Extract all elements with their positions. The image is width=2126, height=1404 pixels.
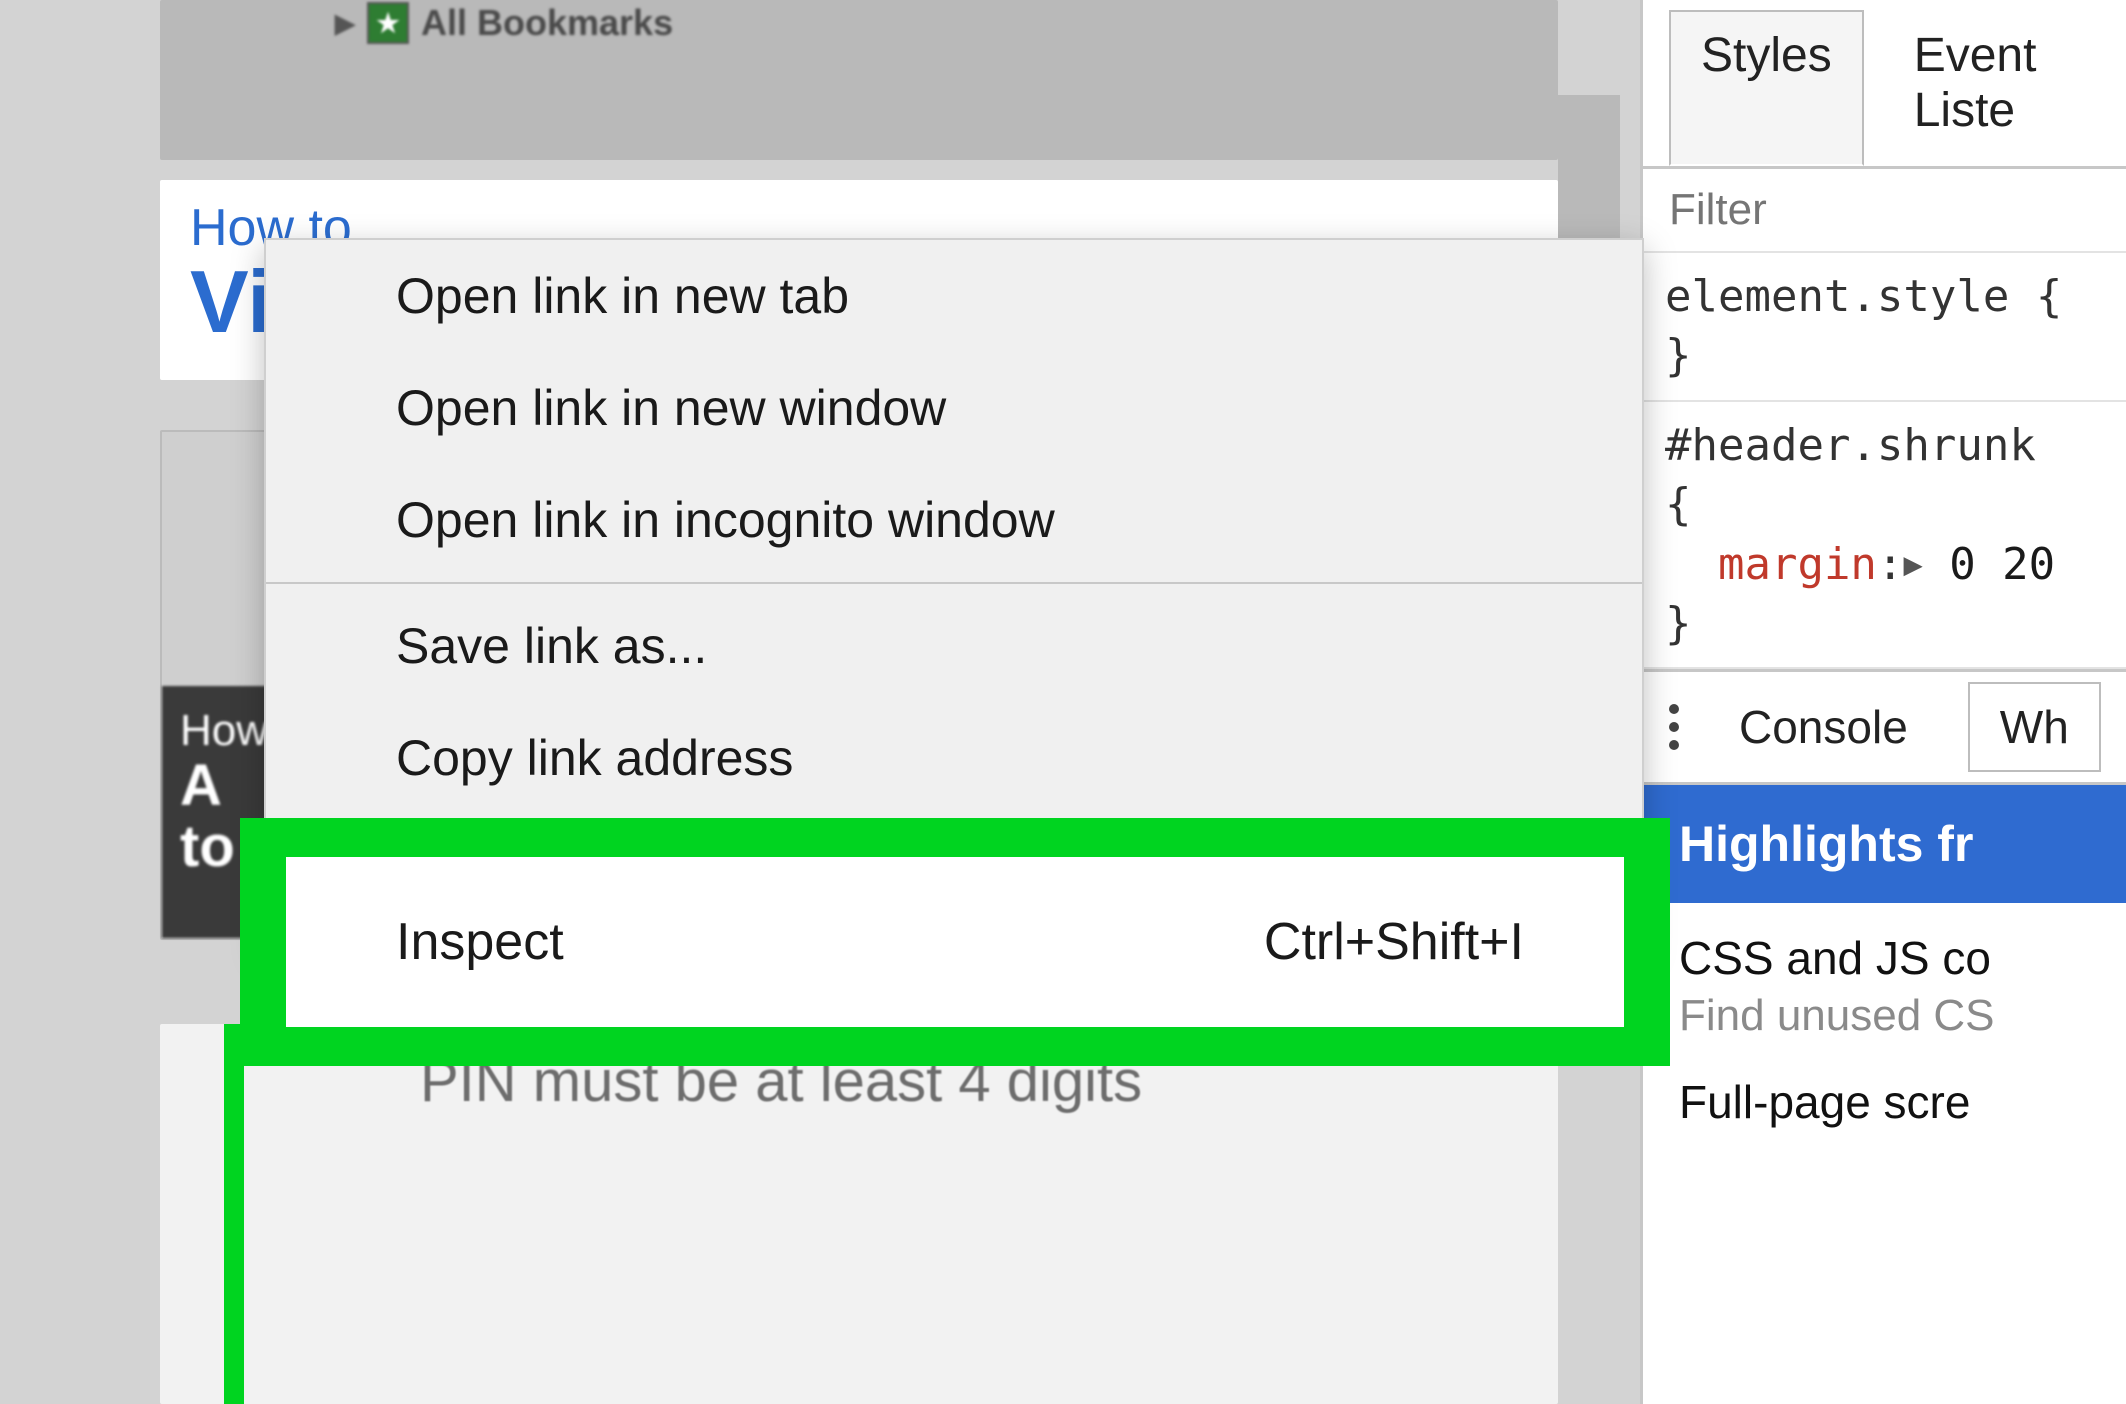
css-brace-open: { — [1665, 479, 1692, 530]
devtools-panel: Styles Event Liste element.style { } #he… — [1640, 0, 2126, 1404]
star-icon: ★ — [367, 2, 409, 44]
ctx-label: Open link in new tab — [396, 267, 849, 325]
tab-console[interactable]: Console — [1709, 684, 1938, 770]
ctx-shortcut: Ctrl+Shift+I — [1264, 912, 1524, 972]
devtools-drawer: Console Wh Highlights fr CSS and JS co F… — [1643, 669, 2126, 1197]
ctx-inspect[interactable]: Inspect Ctrl+Shift+I — [286, 857, 1624, 1027]
tab-styles[interactable]: Styles — [1669, 10, 1864, 166]
css-selector: element.style { — [1665, 271, 2062, 322]
suggestions-list: CSS and JS co Find unused CS Full-page s… — [1643, 903, 2126, 1197]
highlights-banner: Highlights fr — [1643, 785, 2126, 903]
kebab-menu-icon[interactable] — [1669, 697, 1679, 757]
page-scrollbar-thumb[interactable] — [1558, 95, 1620, 245]
article-card-pin: PIN must be at least 4 digits — [160, 1024, 1558, 1404]
ctx-label: Save link as... — [396, 617, 707, 675]
suggestion-title: CSS and JS co — [1679, 931, 2090, 985]
left-accent-bar — [224, 1024, 244, 1404]
styles-filter-input[interactable] — [1669, 185, 2100, 235]
css-brace-close: } — [1665, 330, 1692, 381]
ctx-label: Inspect — [396, 912, 564, 972]
ctx-separator — [266, 582, 1642, 584]
css-property: margin — [1718, 539, 1877, 590]
suggestion-item[interactable]: Full-page scre — [1679, 1075, 2090, 1135]
styles-filter-row — [1643, 169, 2126, 253]
expand-triangle-icon[interactable]: ▶ — [1903, 543, 1922, 586]
devtools-styles-tabs: Styles Event Liste — [1643, 0, 2126, 169]
suggestion-subtitle: Find unused CS — [1679, 991, 2090, 1041]
ctx-open-new-tab[interactable]: Open link in new tab — [266, 240, 1642, 352]
ctx-label: Copy link address — [396, 729, 793, 787]
style-rule-header-shrunk[interactable]: #header.shrunk { margin:▶ 0 20 } — [1643, 402, 2126, 670]
chevron-right-icon: ▶ — [335, 8, 355, 39]
css-value: 0 20 — [1949, 539, 2055, 590]
highlight-box: Inspect Ctrl+Shift+I — [240, 818, 1670, 1066]
tab-whats-new[interactable]: Wh — [1968, 682, 2101, 772]
css-selector: #header.shrunk — [1665, 420, 2036, 471]
ctx-open-incognito[interactable]: Open link in incognito window — [266, 464, 1642, 576]
ctx-copy-link-address[interactable]: Copy link address — [266, 702, 1642, 814]
bookmarks-bar-item[interactable]: ▶ ★ All Bookmarks — [335, 2, 673, 44]
css-brace-close: } — [1665, 598, 1692, 649]
tab-event-listeners[interactable]: Event Liste — [1882, 10, 2100, 166]
style-rule-element-style[interactable]: element.style { } — [1643, 253, 2126, 402]
ctx-save-link-as[interactable]: Save link as... — [266, 590, 1642, 702]
ctx-label: Open link in new window — [396, 379, 946, 437]
drawer-tabs: Console Wh — [1643, 672, 2126, 785]
bookmarks-label: All Bookmarks — [421, 2, 673, 44]
ctx-label: Open link in incognito window — [396, 491, 1055, 549]
ctx-open-new-window[interactable]: Open link in new window — [266, 352, 1642, 464]
suggestion-item[interactable]: CSS and JS co Find unused CS — [1679, 931, 2090, 1041]
article-card-top: ▶ ★ All Bookmarks — [160, 0, 1558, 160]
suggestion-title: Full-page scre — [1679, 1075, 2090, 1129]
